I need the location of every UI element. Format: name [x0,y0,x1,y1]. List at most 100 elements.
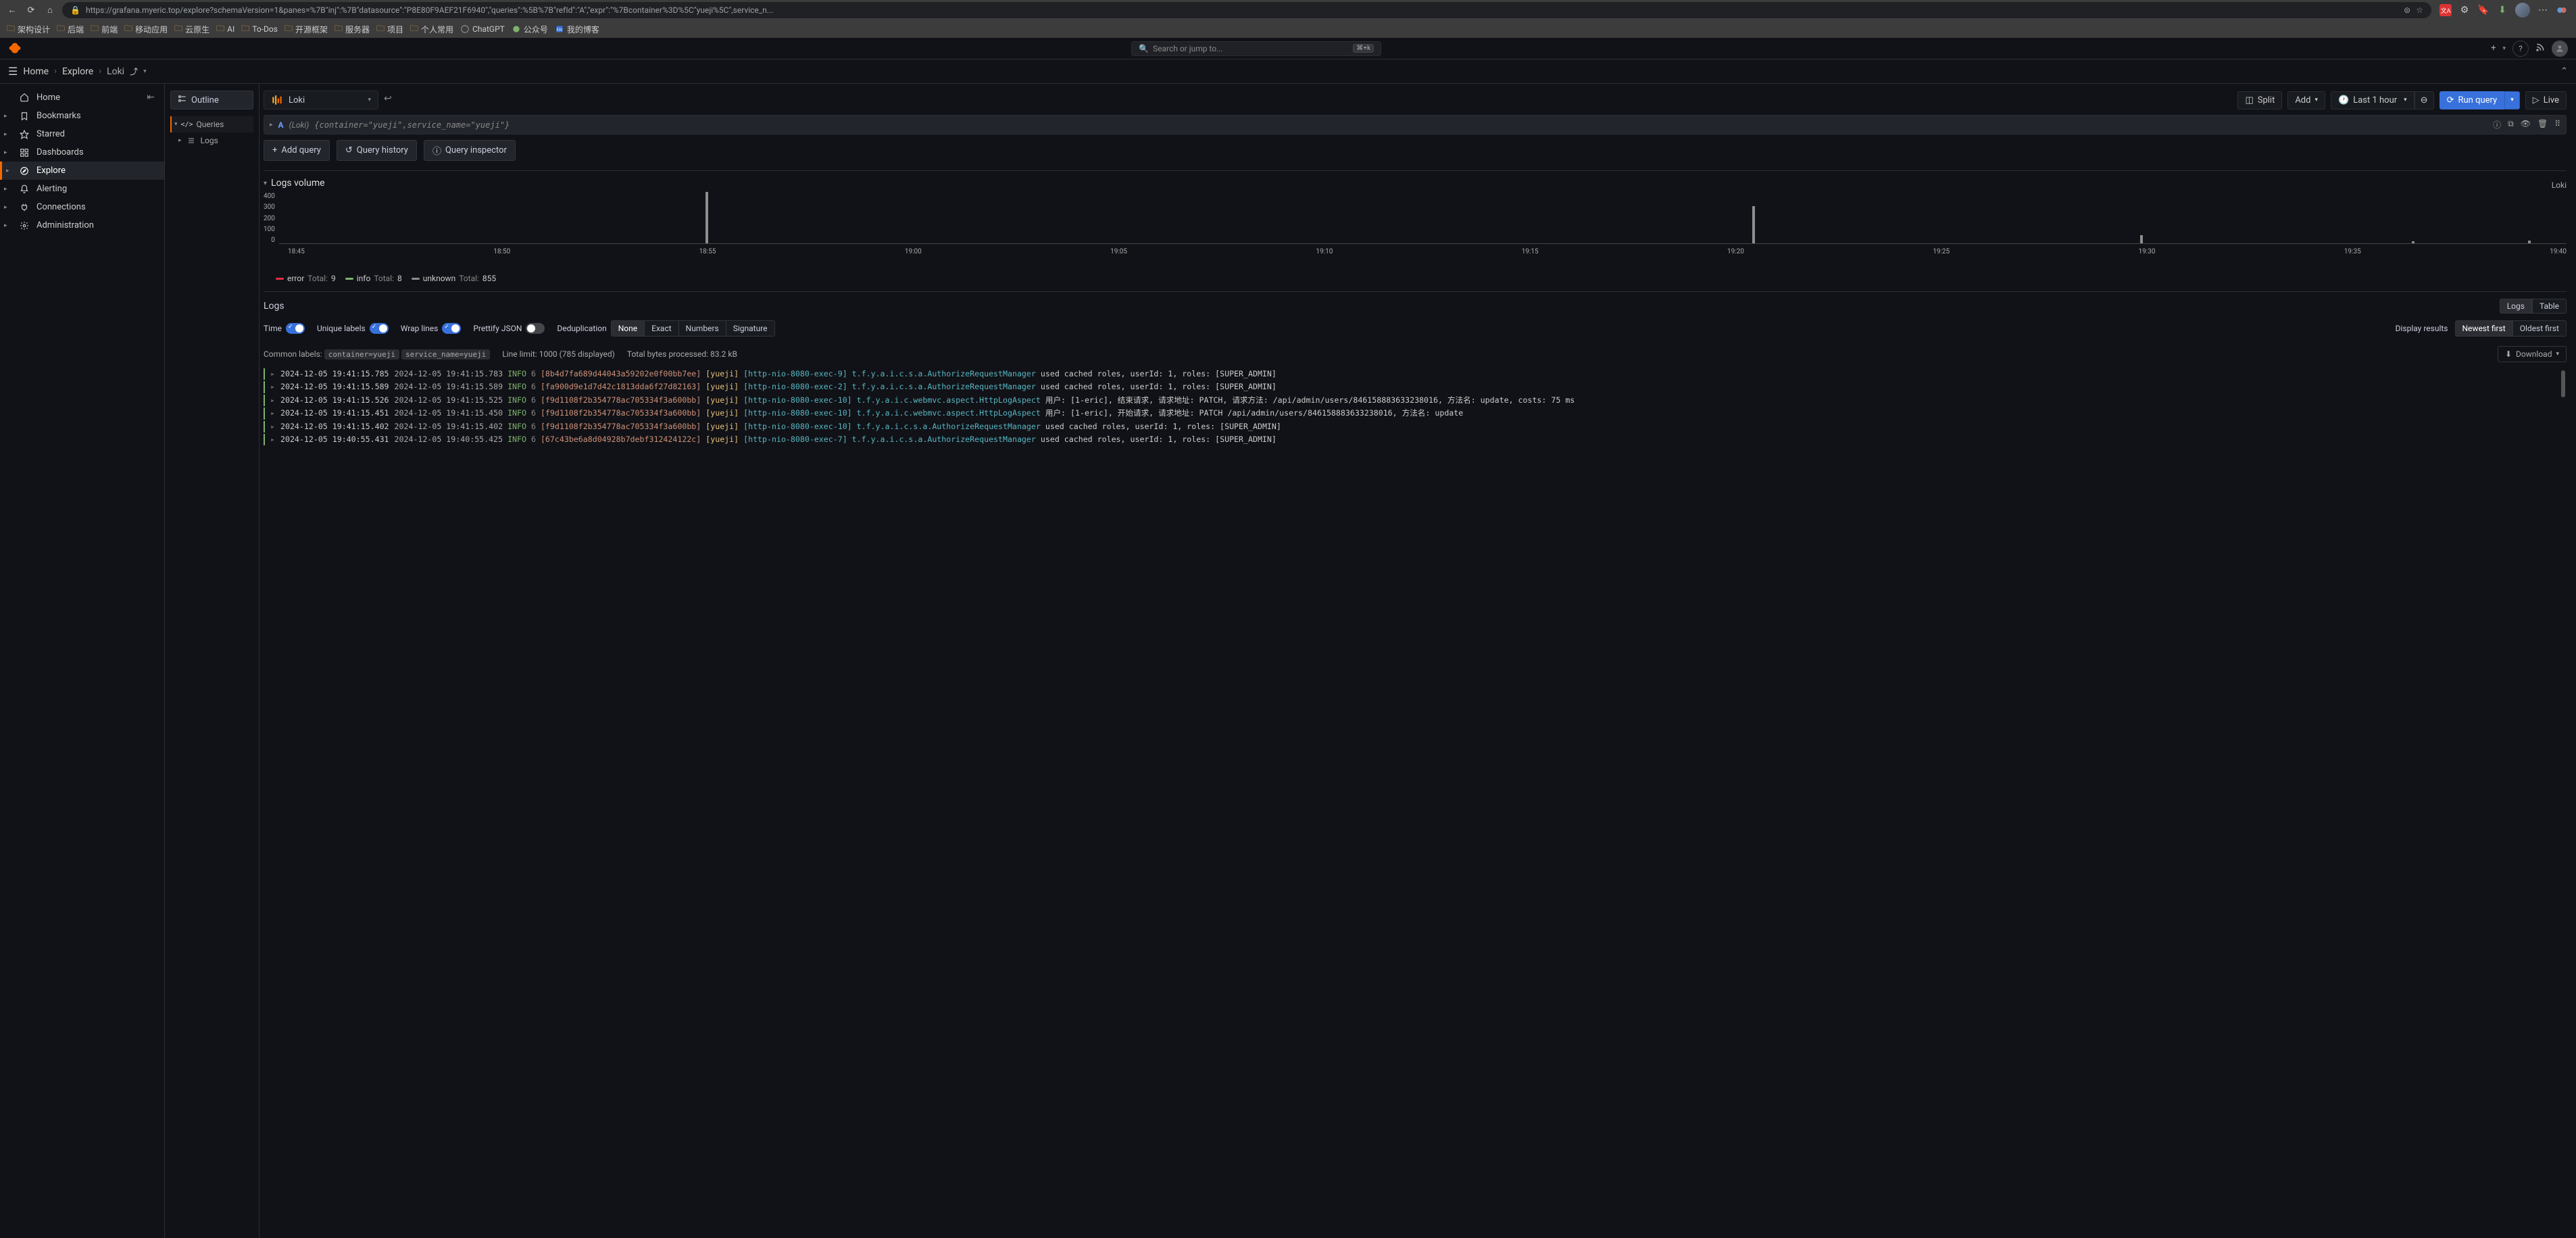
sidebar-item-bookmarks[interactable]: ▸Bookmarks [0,107,164,125]
logs-toggle-table[interactable]: Table [2532,299,2567,314]
dedup-option[interactable]: Exact [645,321,679,336]
dedup-option[interactable]: None [612,321,645,336]
sidebar-item-starred[interactable]: ▸Starred [0,125,164,143]
sidebar-item-explore[interactable]: ▸Explore [0,162,164,180]
run-query-caret[interactable]: ▾ [2504,91,2520,109]
sidebar-collapse-icon[interactable]: ⇤ [147,92,155,103]
prettify-switch[interactable] [526,323,545,334]
tree-item-queries[interactable]: ▾ </> Queries [170,116,253,132]
ext-settings-icon[interactable]: ⚙ [2458,4,2471,16]
rss-icon[interactable] [2535,43,2545,55]
dedup-option[interactable]: Signature [726,321,774,336]
zoom-out-button[interactable]: ⊖ [2414,91,2434,109]
share-icon[interactable]: ⤴ [130,66,138,77]
chevron-right-icon[interactable]: ▸ [270,381,275,393]
add-button[interactable]: Add ▾ [2287,91,2325,109]
add-query-button[interactable]: + Add query [264,140,330,161]
bookmark-item[interactable]: 🗀架构设计 [7,22,50,36]
share-caret-icon[interactable]: ▾ [143,68,147,75]
legend-item-info[interactable]: info Total: 8 [345,274,402,283]
legend-item-unknown[interactable]: unknown Total: 855 [412,274,496,283]
bookmark-item[interactable]: 🗀开源框架 [284,22,328,36]
bookmark-item[interactable]: 🗀云原生 [174,22,209,36]
reload-icon[interactable]: ⟳ [24,3,38,17]
logs-toggle-logs[interactable]: Logs [2500,299,2532,314]
sort-option[interactable]: Oldest first [2513,321,2566,336]
bookmark-item[interactable]: 🗀个人常用 [410,22,453,36]
live-button[interactable]: ▷ Live [2525,91,2567,109]
bookmark-item[interactable]: 🗀前端 [91,22,118,36]
query-row[interactable]: ▸ A (Loki) {container="yueji",service_na… [264,115,2567,134]
chart-bar[interactable] [2528,241,2531,243]
user-avatar[interactable] [2552,41,2568,57]
time-switch[interactable]: ✓ [286,323,305,334]
uniquelabels-switch[interactable]: ✓ [370,323,389,334]
datasource-picker[interactable]: Loki ▾ [264,91,378,109]
bookmark-item[interactable]: 🗀AI [216,22,234,36]
bookmark-item[interactable]: 🗀服务器 [335,22,370,36]
breadcrumb-home[interactable]: Home [23,66,49,77]
sidebar-item-connections[interactable]: ▸Connections [0,198,164,216]
kebab-icon[interactable]: ⋯ [2537,4,2549,16]
trash-icon[interactable]: 🗑 [2537,119,2548,130]
eye-icon[interactable]: 👁 [2521,119,2531,130]
menu-icon[interactable]: ☰ [8,65,18,78]
log-row[interactable]: ▸2024-12-05 19:41:15.4022024-12-05 19:41… [264,420,2567,433]
sidebar-item-administration[interactable]: ▸Administration [0,216,164,234]
wraplines-switch[interactable]: ✓ [442,323,461,334]
help-icon[interactable]: ? [2512,41,2529,57]
dedup-option[interactable]: Numbers [679,321,726,336]
copy-icon[interactable]: ⧉ [2508,119,2514,130]
sidebar-item-alerting[interactable]: ▸Alerting [0,180,164,198]
legend-item-error[interactable]: error Total: 9 [276,274,336,283]
star-url-icon[interactable]: ☆ [2416,5,2423,15]
back-icon[interactable]: ← [5,3,19,17]
grafana-logo[interactable] [8,42,22,55]
breadcrumb-explore[interactable]: Explore [62,66,93,77]
sidebar-item-dashboards[interactable]: ▸Dashboards [0,143,164,162]
chip-container[interactable]: container=yueji [324,349,399,360]
chart-bar[interactable] [2412,241,2414,243]
search-jump[interactable]: 🔍 Search or jump to... ⌘+k [1131,41,1381,56]
info-icon[interactable]: ⓘ [2493,119,2501,130]
download-button[interactable]: ⬇ Download ▾ [2498,346,2567,362]
bookmark-item[interactable]: 🗀后端 [57,22,84,36]
profile-avatar[interactable] [2515,3,2530,18]
sort-option[interactable]: Newest first [2456,321,2513,336]
time-range-button[interactable]: 🕐 Last 1 hour ▾ [2331,91,2414,109]
collapse-up-icon[interactable]: ⌃ [2560,66,2568,76]
ext-icon-1[interactable]: 文A [2439,4,2452,16]
chevron-right-icon[interactable]: ▸ [270,407,275,419]
home-browser-icon[interactable]: ⌂ [43,3,57,17]
download-browser-icon[interactable]: ⬇ [2496,4,2508,16]
bookmark-item[interactable]: 🗀项目 [376,22,403,36]
split-button[interactable]: ◫ Split [2237,91,2282,109]
url-bar[interactable]: 🔒 https://grafana.myeric.top/explore?sch… [62,2,2431,18]
log-row[interactable]: ▸2024-12-05 19:40:55.4312024-12-05 19:40… [264,433,2567,446]
chevron-right-icon[interactable]: ▸ [270,368,275,380]
log-row[interactable]: ▸2024-12-05 19:41:15.7852024-12-05 19:41… [264,368,2567,380]
log-row[interactable]: ▸2024-12-05 19:41:15.5892024-12-05 19:41… [264,380,2567,393]
ext-bookmark-icon[interactable]: 🔖 [2477,4,2490,16]
chevron-right-icon[interactable]: ▸ [270,434,275,445]
query-history-button[interactable]: ↺ Query history [337,140,417,161]
log-row[interactable]: ▸2024-12-05 19:41:15.4512024-12-05 19:41… [264,407,2567,420]
bookmark-item[interactable]: 🗀移动应用 [124,22,168,36]
ellipsis-icon[interactable]: ⊜ [2404,5,2410,15]
query-inspector-button[interactable]: ⓘ Query inspector [424,140,516,161]
tree-item-logs[interactable]: ▸ Logs [170,132,253,149]
bookmark-item[interactable]: 🗀To-Dos [241,22,278,36]
bookmark-item[interactable]: Eric我的博客 [555,24,599,35]
chart-bar[interactable] [1752,206,1755,243]
copilot-icon[interactable] [2556,4,2568,16]
plus-caret-icon[interactable]: ▾ [2502,45,2506,52]
back-arrow-icon[interactable]: ↩ [384,93,399,104]
bookmark-item[interactable]: ChatGPT [460,24,505,34]
sidebar-item-home[interactable]: Home⇤ [0,88,164,107]
plot-area[interactable] [279,193,2567,244]
chevron-right-icon[interactable]: ▸ [270,395,275,406]
plus-icon[interactable]: + [2491,43,2496,53]
chip-service[interactable]: service_name=yueji [401,349,490,360]
outline-header[interactable]: Outline [170,91,253,109]
log-row[interactable]: ▸2024-12-05 19:41:15.5262024-12-05 19:41… [264,394,2567,407]
